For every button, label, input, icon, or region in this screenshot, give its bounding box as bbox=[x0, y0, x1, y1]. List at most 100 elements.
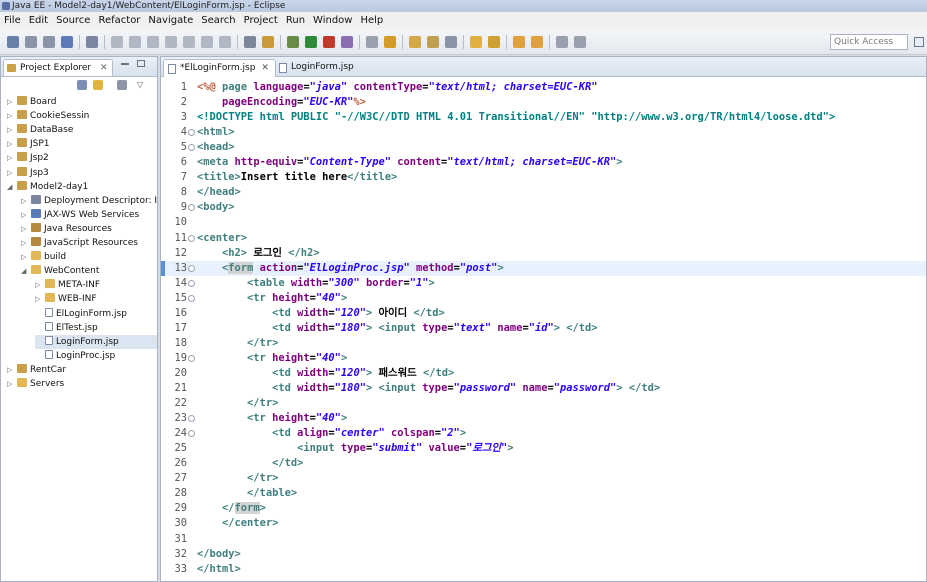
toolbar-action-icon[interactable] bbox=[384, 36, 396, 48]
tree-item[interactable]: ▷ Board bbox=[7, 95, 157, 109]
tree-item[interactable]: ▷ WEB-INF bbox=[35, 292, 157, 306]
toolbar-action-icon[interactable] bbox=[262, 36, 274, 48]
collapsed-arrow-icon[interactable]: ▷ bbox=[7, 377, 15, 391]
tree-item[interactable]: ▷ Jsp3 bbox=[7, 166, 157, 180]
tree-item[interactable]: ▷ JAX-WS Web Services bbox=[21, 208, 157, 222]
fold-toggle-icon[interactable] bbox=[188, 264, 195, 272]
collapsed-arrow-icon[interactable]: ▷ bbox=[7, 137, 15, 151]
toolbar-action-icon[interactable] bbox=[111, 36, 123, 48]
toolbar-action-icon[interactable] bbox=[574, 36, 586, 48]
code-line[interactable]: pageEncoding="EUC-KR"%> bbox=[197, 95, 366, 110]
tab-loginformjsp[interactable]: LoginForm.jsp bbox=[275, 59, 360, 77]
toolbar-action-icon[interactable] bbox=[287, 36, 299, 48]
toolbar-action-icon[interactable] bbox=[470, 36, 482, 48]
tree-item[interactable]: ▷ JavaScript Resources bbox=[21, 236, 157, 250]
toolbar-action-icon[interactable] bbox=[86, 36, 98, 48]
code-line[interactable]: <td width="180"> <input type="password" … bbox=[197, 381, 660, 396]
menu-file[interactable]: File bbox=[0, 12, 25, 29]
code-line[interactable]: </form> bbox=[197, 501, 266, 516]
toolbar-action-icon[interactable] bbox=[61, 36, 73, 48]
menu-help[interactable]: Help bbox=[356, 12, 387, 29]
tree-item[interactable]: ▷ build bbox=[21, 250, 157, 264]
menu-edit[interactable]: Edit bbox=[25, 12, 52, 29]
code-line[interactable]: <tr height="40"> bbox=[197, 411, 347, 426]
close-icon[interactable]: ✕ bbox=[100, 63, 108, 73]
code-line[interactable]: <!DOCTYPE html PUBLIC "-//W3C//DTD HTML … bbox=[197, 110, 835, 125]
code-line[interactable]: </td> bbox=[197, 456, 303, 471]
code-line[interactable]: </head> bbox=[197, 185, 241, 200]
code-line[interactable]: </body> bbox=[197, 547, 241, 562]
toolbar-action-icon[interactable] bbox=[183, 36, 195, 48]
tree-item[interactable]: ElTest.jsp bbox=[35, 321, 157, 335]
code-line[interactable]: <body> bbox=[197, 200, 235, 215]
code-line[interactable]: </tr> bbox=[197, 471, 278, 486]
expanded-arrow-icon[interactable]: ◢ bbox=[7, 180, 15, 194]
menu-window[interactable]: Window bbox=[309, 12, 356, 29]
code-line[interactable]: <center> bbox=[197, 231, 247, 246]
collapsed-arrow-icon[interactable]: ▷ bbox=[7, 151, 15, 165]
toolbar-action-icon[interactable] bbox=[7, 36, 19, 48]
code-line[interactable]: <td width="180"> <input type="text" name… bbox=[197, 321, 597, 336]
toolbar-action-icon[interactable] bbox=[201, 36, 213, 48]
toolbar-action-icon[interactable] bbox=[513, 36, 525, 48]
menu-navigate[interactable]: Navigate bbox=[144, 12, 197, 29]
code-line[interactable]: <title>Insert title here</title> bbox=[197, 170, 397, 185]
tree-item[interactable]: ▷ Deployment Descriptor: I bbox=[21, 194, 157, 208]
code-line[interactable]: </center> bbox=[197, 516, 278, 531]
collapsed-arrow-icon[interactable]: ▷ bbox=[7, 363, 15, 377]
collapsed-arrow-icon[interactable]: ▷ bbox=[7, 166, 15, 180]
tree-item[interactable]: ElLoginForm.jsp bbox=[35, 307, 157, 321]
menu-project[interactable]: Project bbox=[240, 12, 282, 29]
tab-elloginformjsp[interactable]: *ElLoginForm.jsp ✕ bbox=[163, 59, 276, 77]
collapsed-arrow-icon[interactable]: ▷ bbox=[7, 95, 15, 109]
menu-source[interactable]: Source bbox=[52, 12, 94, 29]
menu-search[interactable]: Search bbox=[197, 12, 239, 29]
toolbar-action-icon[interactable] bbox=[366, 36, 378, 48]
collapsed-arrow-icon[interactable]: ▷ bbox=[21, 250, 29, 264]
tree-item[interactable]: LoginForm.jsp bbox=[35, 334, 157, 349]
close-icon[interactable]: ✕ bbox=[261, 63, 269, 73]
fold-toggle-icon[interactable] bbox=[188, 234, 195, 242]
code-line[interactable]: </table> bbox=[197, 486, 297, 501]
toolbar-action-icon[interactable] bbox=[147, 36, 159, 48]
code-line[interactable]: <meta http-equiv="Content-Type" content=… bbox=[197, 155, 622, 170]
toolbar-action-icon[interactable] bbox=[244, 36, 256, 48]
collapsed-arrow-icon[interactable]: ▷ bbox=[7, 123, 15, 137]
code-line[interactable]: <html> bbox=[197, 125, 235, 140]
toolbar-action-icon[interactable] bbox=[427, 36, 439, 48]
filter-icon[interactable] bbox=[117, 80, 127, 90]
maximize-icon[interactable] bbox=[137, 60, 145, 67]
code-line[interactable]: <tr height="40"> bbox=[197, 291, 347, 306]
tree-item[interactable]: ▷ META-INF bbox=[35, 278, 157, 292]
collapsed-arrow-icon[interactable]: ▷ bbox=[35, 278, 43, 292]
open-perspective-icon[interactable] bbox=[914, 37, 924, 47]
expanded-arrow-icon[interactable]: ◢ bbox=[21, 264, 29, 278]
fold-toggle-icon[interactable] bbox=[188, 354, 195, 362]
code-line[interactable]: </tr> bbox=[197, 336, 278, 351]
tree-item[interactable]: ◢ Model2-day1 bbox=[7, 180, 157, 194]
tree-item[interactable]: ◢ WebContent bbox=[21, 264, 157, 278]
toolbar-action-icon[interactable] bbox=[323, 36, 335, 48]
collapsed-arrow-icon[interactable]: ▷ bbox=[21, 208, 29, 222]
toolbar-action-icon[interactable] bbox=[129, 36, 141, 48]
collapse-all-icon[interactable] bbox=[77, 80, 87, 90]
fold-toggle-icon[interactable] bbox=[188, 294, 195, 302]
tree-item[interactable]: ▷ Servers bbox=[7, 377, 157, 391]
toolbar-action-icon[interactable] bbox=[409, 36, 421, 48]
collapsed-arrow-icon[interactable]: ▷ bbox=[21, 194, 29, 208]
code-line[interactable]: <tr height="40"> bbox=[197, 351, 347, 366]
fold-toggle-icon[interactable] bbox=[188, 279, 195, 287]
code-line[interactable]: </tr> bbox=[197, 396, 278, 411]
toolbar-action-icon[interactable] bbox=[165, 36, 177, 48]
code-line[interactable]: <input type="submit" value="로그인"> bbox=[197, 441, 513, 456]
code-line[interactable]: <form action="ElLoginProc.jsp" method="p… bbox=[197, 261, 504, 276]
toolbar-action-icon[interactable] bbox=[488, 36, 500, 48]
code-line[interactable]: <table width="300" border="1"> bbox=[197, 276, 435, 291]
code-line[interactable]: <h2> 로그인 </h2> bbox=[197, 246, 320, 261]
tree-item[interactable]: LoginProc.jsp bbox=[35, 349, 157, 363]
toolbar-action-icon[interactable] bbox=[305, 36, 317, 48]
collapsed-arrow-icon[interactable]: ▷ bbox=[35, 292, 43, 306]
collapsed-arrow-icon[interactable]: ▷ bbox=[21, 236, 29, 250]
toolbar-action-icon[interactable] bbox=[531, 36, 543, 48]
toolbar-action-icon[interactable] bbox=[445, 36, 457, 48]
